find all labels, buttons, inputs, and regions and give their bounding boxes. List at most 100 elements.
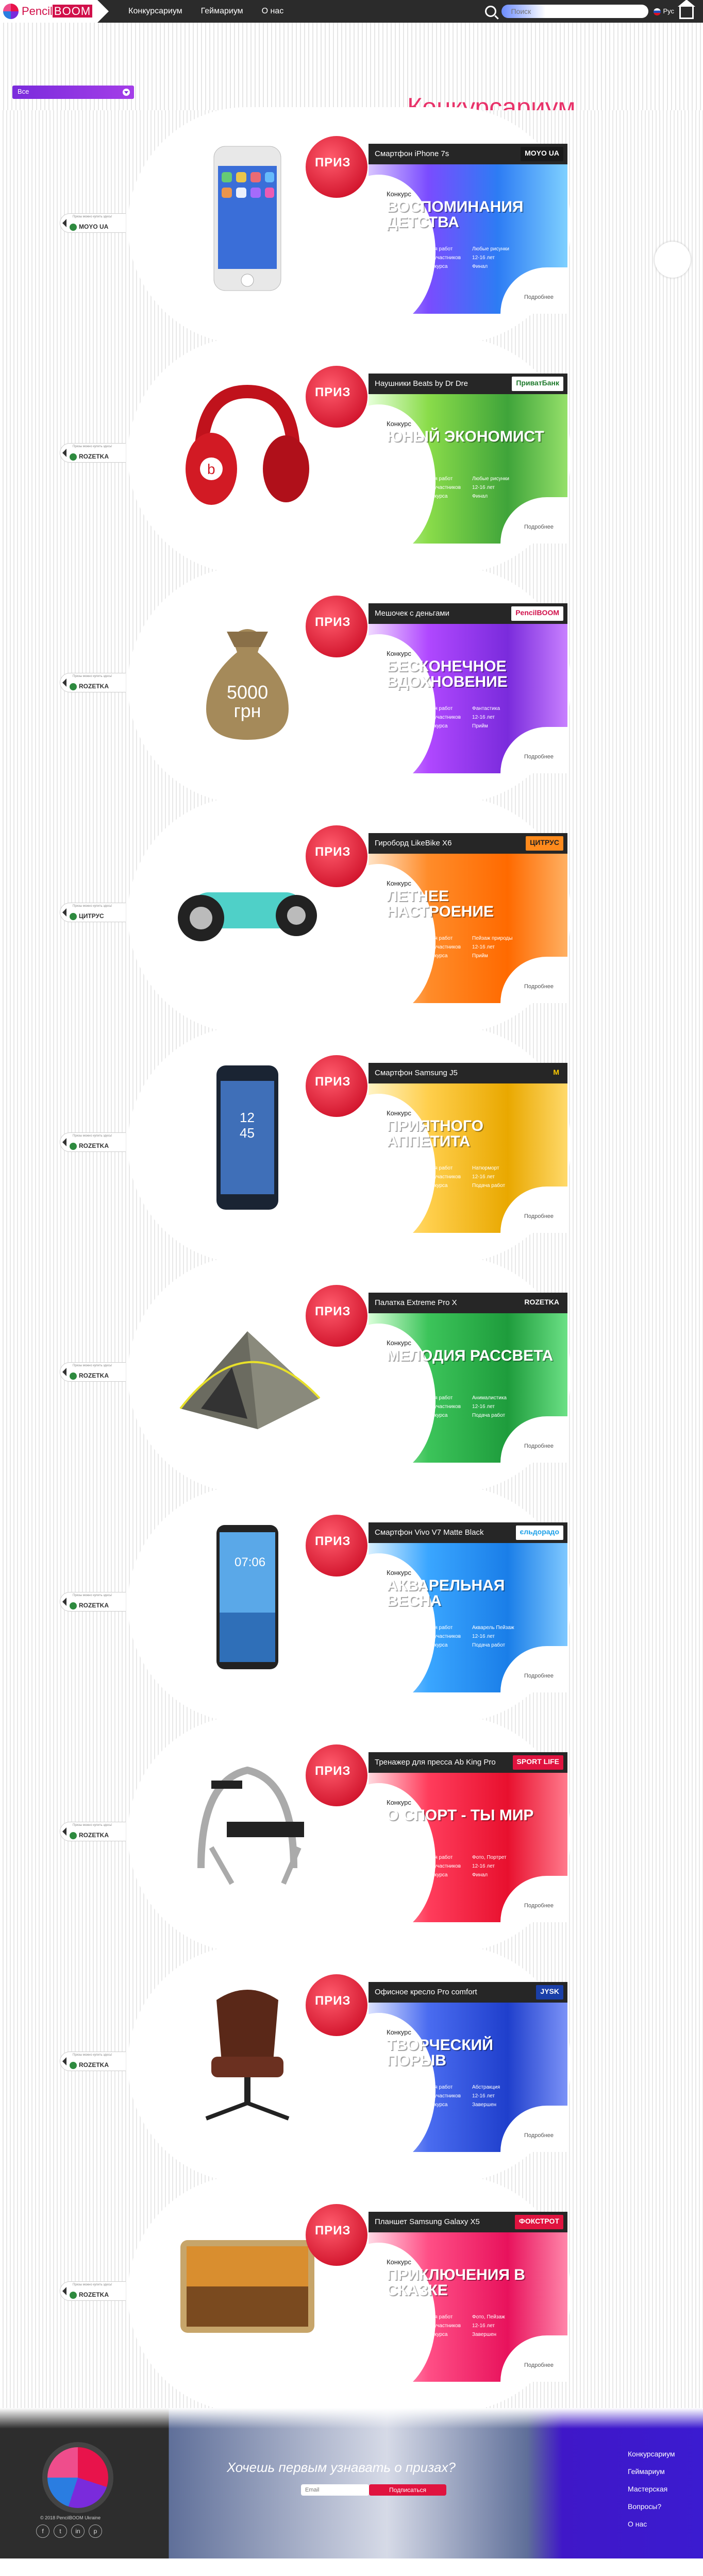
nav-games[interactable]: Геймариум (201, 7, 243, 16)
twitter-icon[interactable]: t (54, 2524, 67, 2538)
contest-name[interactable]: Летнее настроение (387, 889, 557, 920)
shop-link[interactable]: Призы можно купить здесь! ЦИТРУС (60, 903, 126, 922)
sponsor-logo[interactable]: єльдорадо (515, 1526, 563, 1540)
meta-value: Завершен (472, 2102, 497, 2108)
category-dropdown[interactable]: Все (12, 86, 134, 99)
contest-name[interactable]: Бесконечное вдохновение (387, 659, 557, 690)
meta-value: Любые рисунки (472, 476, 509, 482)
meta-label: Этап конкурса (413, 1872, 448, 1878)
sponsor-logo[interactable]: M (549, 1066, 563, 1080)
contest-name[interactable]: Акварельная весна (387, 1578, 557, 1609)
meta-label: Возраст участников (413, 2093, 461, 2099)
shop-link[interactable]: Призы можно купить здесь! ROZETKA (60, 443, 126, 463)
contest-name[interactable]: Воспоминания детства (387, 199, 557, 230)
sponsor-logo[interactable]: ПриватБанк (512, 377, 563, 391)
contest-name[interactable]: Приятного аппетита (387, 1118, 557, 1149)
more-button[interactable]: Подробнее (500, 1876, 567, 1922)
more-button[interactable]: Подробнее (500, 957, 567, 1003)
footer-nav-games[interactable]: Геймариум (628, 2463, 675, 2480)
meta-label: Возраст участников (413, 485, 461, 490)
footer-logo-icon[interactable] (47, 2447, 108, 2508)
product-image[interactable] (170, 1979, 325, 2134)
pinterest-icon[interactable]: p (89, 2524, 102, 2538)
shop-link[interactable]: Призы можно купить здесь! ROZETKA (60, 2052, 126, 2071)
contest-meta: Категория работ Фото, Пейзаж Возраст участ… (412, 2312, 506, 2340)
product-image[interactable] (170, 831, 325, 985)
search-icon[interactable] (485, 6, 497, 17)
shop-link[interactable]: Призы можно купить здесь! ROZETKA (60, 1362, 126, 1382)
prize-badge: ПРИЗ (306, 825, 367, 887)
prize-header: Офисное кресло Pro comfort JYSK (369, 1982, 567, 2003)
shop-link[interactable]: Призы можно купить здесь! ROZETKA (60, 1592, 126, 1612)
contest-info: Планшет Samsung Galaxy X5 ФОКСТРОТ Конкур… (369, 2212, 567, 2382)
contest-name[interactable]: О спорт - ты мир (387, 1808, 557, 1823)
subscribe-button[interactable]: Подписаться (369, 2484, 446, 2496)
meta-value: 12-16 лет (472, 1404, 495, 1410)
shop-link[interactable]: Призы можно купить здесь! MOYO UA (60, 213, 126, 233)
product-image[interactable] (170, 2209, 325, 2364)
shop-text: Призы можно купить здесь! (73, 905, 112, 908)
prize-name: Смартфон iPhone 7s (375, 149, 449, 158)
sponsor-logo[interactable]: PencilBOOM (511, 606, 563, 621)
product-image[interactable]: b (170, 371, 325, 526)
arrow-left-icon (62, 1827, 66, 1836)
more-button[interactable]: Подробнее (500, 1416, 567, 1463)
contest-info: Тренажер для пресса Ab King Pro SPORT LIF… (369, 1752, 567, 1922)
meta-value: Финал (472, 494, 488, 499)
contest-name[interactable]: Юный экономист (387, 429, 557, 445)
svg-text:45: 45 (240, 1125, 255, 1141)
more-button[interactable]: Подробнее (500, 2335, 567, 2382)
contest-name[interactable]: Творческий порыв (387, 2038, 557, 2069)
shop-link[interactable]: Призы можно купить здесь! ROZETKA (60, 1822, 126, 1841)
shop-logo: ROZETKA (70, 453, 109, 461)
nav-about[interactable]: О нас (262, 7, 284, 16)
email-field[interactable] (301, 2484, 369, 2496)
more-button[interactable]: Подробнее (500, 497, 567, 544)
shop-link[interactable]: Призы можно купить здесь! ROZETKA (60, 2281, 126, 2301)
home-icon[interactable] (678, 0, 695, 19)
prize-name: Палатка Extreme Pro X (375, 1298, 457, 1307)
product-image[interactable]: 07:06 (170, 1520, 325, 1674)
shop-text: Призы можно купить здесь! (73, 675, 112, 678)
more-button[interactable]: Подробнее (500, 727, 567, 773)
sponsor-logo[interactable]: JYSK (536, 1985, 563, 1999)
contest-name[interactable]: Мелодия рассвета (387, 1348, 557, 1364)
product-image[interactable] (170, 141, 325, 296)
meta-label: Категория работ (413, 1395, 453, 1401)
language-switch[interactable]: Рус (654, 7, 674, 15)
facebook-icon[interactable]: f (36, 2524, 49, 2538)
more-button[interactable]: Подробнее (500, 1646, 567, 1692)
more-button[interactable]: Подробнее (500, 267, 567, 314)
sponsor-logo[interactable]: ЦИТРУС (526, 836, 563, 851)
sponsor-logo[interactable]: ФОКСТРОТ (514, 2215, 563, 2229)
arrow-left-icon (62, 219, 66, 227)
sponsor-logo[interactable]: SPORT LIFE (512, 1755, 563, 1770)
more-button[interactable]: Подробнее (500, 1187, 567, 1233)
mail-icon[interactable] (655, 242, 691, 278)
search-input[interactable] (501, 5, 649, 18)
footer-nav-about[interactable]: О нас (628, 2515, 675, 2533)
footer-nav-faq[interactable]: Вопросы? (628, 2498, 675, 2515)
product-image[interactable] (170, 1290, 325, 1445)
contest-body: Конкурс Акварельная весна Категория рабо… (369, 1543, 567, 1692)
linkedin-icon[interactable]: in (71, 2524, 85, 2538)
product-image[interactable]: 12 45 (170, 1060, 325, 1215)
footer-nav-contests[interactable]: Конкурсариум (628, 2445, 675, 2463)
meta-label: Возраст участников (413, 1634, 461, 1639)
product-image[interactable] (170, 1750, 325, 1904)
contest-card: Призы можно купить здесь! ROZETKA Офисное… (0, 1945, 703, 2182)
contest-meta: Категория работ Любые рисунки Возраст учас… (412, 244, 510, 272)
contest-body: Конкурс Воспоминания детства Категория р… (369, 164, 567, 314)
nav-contests[interactable]: Конкурсариум (128, 7, 182, 16)
sponsor-logo[interactable]: ROZETKA (520, 1296, 563, 1310)
shop-link[interactable]: Призы можно купить здесь! ROZETKA (60, 673, 126, 692)
product-image[interactable]: 5000 грн (170, 601, 325, 755)
contest-label: Конкурс (387, 650, 411, 657)
shop-link[interactable]: Призы можно купить здесь! ROZETKA (60, 1132, 126, 1152)
footer-nav-workshop[interactable]: Мастерская (628, 2480, 675, 2498)
site-logo[interactable]: Pencil BOOM (0, 0, 109, 23)
contest-name[interactable]: Приключения в сказке (387, 2267, 557, 2298)
more-button[interactable]: Подробнее (500, 2106, 567, 2152)
meta-value: 12-16 лет (472, 715, 495, 720)
sponsor-logo[interactable]: MOYO UA (521, 147, 563, 161)
